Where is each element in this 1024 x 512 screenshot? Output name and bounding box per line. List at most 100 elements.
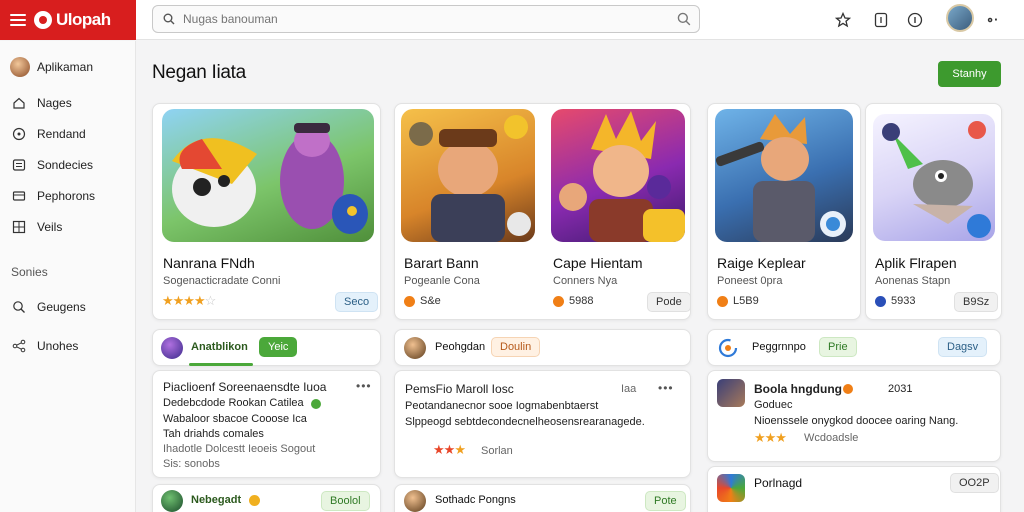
post-count: 2031 (888, 383, 913, 395)
brand-header: Ulopah (0, 0, 136, 40)
post-title: Boola hngdung (754, 382, 842, 396)
avatar (161, 490, 183, 512)
post-card[interactable]: PemsFio Maroll Iosc Iaa ••• Peotandanecn… (394, 370, 691, 478)
price-tag: 5933 (875, 295, 915, 307)
row-label: Anatblikon (191, 341, 248, 353)
post-card[interactable]: Boola hngdung 2031 Goduec Nioenssele ony… (707, 370, 1001, 462)
sidebar-item-label: Unohes (37, 339, 79, 353)
sidebar-item-profile[interactable]: Aplikaman (10, 57, 93, 77)
list-header-card[interactable]: Peggrnnpo Prie Dagsv (707, 329, 1001, 366)
search-submit-icon[interactable] (677, 12, 691, 26)
row-label: Peohgdan (435, 341, 486, 353)
verified-icon (311, 399, 321, 409)
clipboard-icon[interactable] (870, 8, 892, 32)
post-title: PemsFio Maroll Iosc (405, 382, 514, 396)
more-options-icon[interactable]: ∘· (986, 12, 998, 28)
logo-icon (34, 11, 52, 29)
coin-icon (875, 295, 886, 307)
grid-icon (10, 218, 28, 236)
rating-stars: ★★★ (754, 430, 787, 445)
more-icon[interactable]: ••• (356, 379, 372, 393)
rating-stars: ★★★★☆ (162, 293, 216, 308)
badge-icon (843, 384, 853, 394)
row-label: Peggrnnpo (752, 341, 806, 353)
badge-icon (249, 495, 260, 506)
sidebar-item-payments[interactable]: Pephorons (10, 186, 95, 206)
featured-card[interactable]: Nanrana FNdh Sogenacticradate Conni ★★★★… (152, 103, 381, 320)
post-line: Wabaloor sbacoe Cooose Ica (163, 413, 307, 425)
profile-avatar (10, 57, 30, 77)
sidebar-item-trending[interactable]: Rendand (10, 124, 86, 144)
coin-icon (404, 295, 415, 307)
post-line: Sis: sonobs (163, 458, 220, 470)
sidebar-item-label: Rendand (37, 127, 86, 141)
avatar (717, 379, 745, 407)
more-icon[interactable]: ••• (658, 381, 674, 395)
post-title: Piaclioenf Soreenaensdte Iuoa (163, 380, 327, 394)
list-item[interactable]: Nebegadt Boolol (152, 484, 381, 512)
list-item[interactable]: Porlnagd OO2P (707, 466, 1001, 512)
list-item[interactable]: Sothadc Pongns Pote (394, 484, 691, 512)
sidebar-item-label: Pephorons (37, 189, 96, 203)
post-card[interactable]: Piaclioenf Soreenaensdte Iuoa ••• Dedebc… (152, 370, 381, 478)
share-icon (10, 337, 28, 355)
app-icon (717, 474, 745, 502)
user-avatar[interactable] (946, 4, 974, 32)
post-line: Peotandanecnor sooe Iogmabenbtaerst (405, 400, 599, 412)
featured-card[interactable]: Raige Keplear Poneest 0pra L5B9 (707, 103, 861, 320)
sidebar-item-share[interactable]: Unohes (10, 336, 78, 356)
coin-icon (553, 295, 564, 307)
card-title: Aplik Flrapen (875, 255, 957, 271)
post-line: Wcdoadsle (804, 432, 859, 444)
post-line: Dedebcdode Rookan Catilea (163, 397, 304, 409)
price-tag: L5B9 (717, 295, 759, 307)
sidebar-item-categories[interactable]: Sondecies (10, 155, 93, 175)
tag-badge[interactable]: Yeic (259, 337, 298, 357)
sidebar: Aplikaman Nages Rendand Sondecies Pephor… (0, 41, 136, 512)
search-icon (163, 13, 175, 25)
active-indicator (189, 363, 253, 366)
tag-badge[interactable]: OO2P (950, 473, 999, 493)
game-artwork (162, 109, 374, 242)
tag-badge[interactable]: Boolol (321, 491, 370, 511)
list-header-card[interactable]: Peohgdan Doulin (394, 329, 691, 366)
page-title: Negan Iiata (152, 62, 246, 83)
tag-badge[interactable]: Prie (819, 337, 857, 357)
game-artwork (873, 114, 995, 241)
tag-badge[interactable]: Pote (645, 491, 686, 511)
sidebar-item-views[interactable]: Veils (10, 217, 62, 237)
card-title: Barart Bann (404, 255, 479, 271)
menu-icon[interactable] (10, 14, 26, 26)
action-badge[interactable]: Dagsv (938, 337, 988, 357)
info-icon[interactable] (904, 8, 926, 32)
avatar (404, 490, 426, 512)
search-icon (10, 298, 28, 316)
status-badge[interactable]: Seco (335, 292, 379, 312)
avatar (404, 337, 426, 359)
card-subtitle: Aonenas Stapn (875, 275, 951, 287)
card-subtitle: Poneest 0pra (717, 275, 783, 287)
sidebar-item-label: Geugens (37, 300, 86, 314)
game-artwork (715, 109, 853, 242)
status-badge[interactable]: B9Sz (954, 292, 999, 312)
sidebar-item-home[interactable]: Nages (10, 93, 72, 113)
sidebar-item-label: Aplikaman (37, 60, 94, 74)
featured-card-double[interactable]: Barart Bann Pogeanle Cona S&e Cape Hient… (394, 103, 691, 320)
top-bar: Ulopah ∘· (0, 0, 1024, 40)
card-title: Nanrana FNdh (163, 255, 255, 271)
post-meta: Sorlan (481, 445, 513, 457)
sidebar-item-search[interactable]: Geugens (10, 297, 86, 317)
price-tag: S&e (404, 295, 441, 307)
status-badge[interactable]: Pode (647, 292, 691, 312)
search-input[interactable] (183, 12, 663, 26)
search-bar[interactable] (152, 5, 700, 33)
featured-card[interactable]: Aplik Flrapen Aonenas Stapn 5933 B9Sz (865, 103, 1002, 320)
card-subtitle: Pogeanle Cona (404, 275, 480, 287)
post-line: Tah driahds comales (163, 428, 264, 440)
post-line: Nioenssele onygkod doocee oaring Nang. (754, 415, 959, 427)
row-label: Nebegadt (191, 494, 242, 506)
tag-badge[interactable]: Doulin (491, 337, 541, 357)
primary-button[interactable]: Stanhy (938, 61, 1001, 87)
list-header-card[interactable]: Anatblikon Yeic (152, 329, 381, 366)
bookmark-star-icon[interactable] (832, 8, 854, 32)
